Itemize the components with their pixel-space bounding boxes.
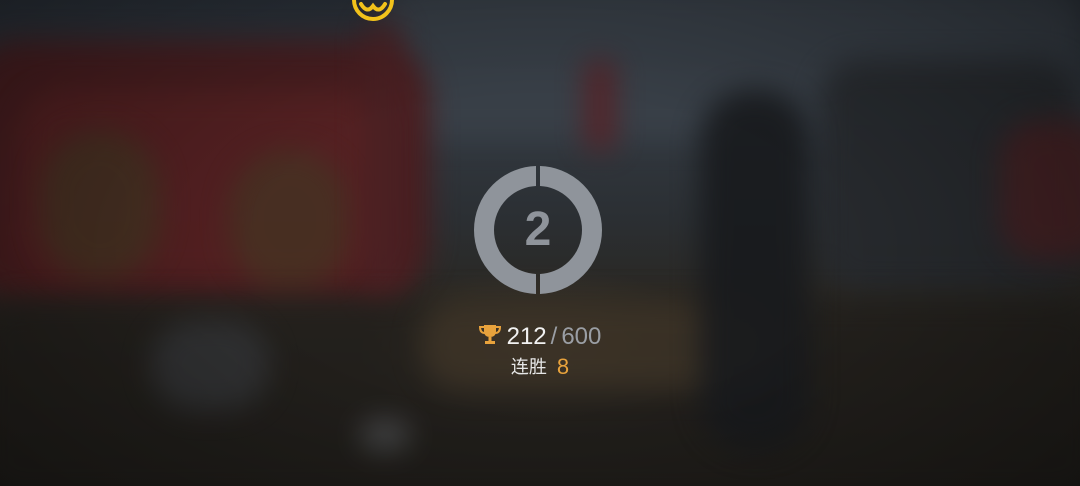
win-streak-row: 连胜 8 [0,354,1080,380]
emblem-icon [352,0,394,21]
score-max: 600 [561,323,602,350]
win-streak-value: 8 [556,354,570,379]
rank-number: 2 [524,203,552,256]
score-current: 212 [506,323,547,350]
game-screen: 2 212/600 连胜 8 [0,0,1080,486]
score-row: 212/600 [0,322,1080,352]
score-separator: / [550,323,558,350]
win-streak-label: 连胜 [510,357,547,377]
trophy-icon [478,325,501,344]
